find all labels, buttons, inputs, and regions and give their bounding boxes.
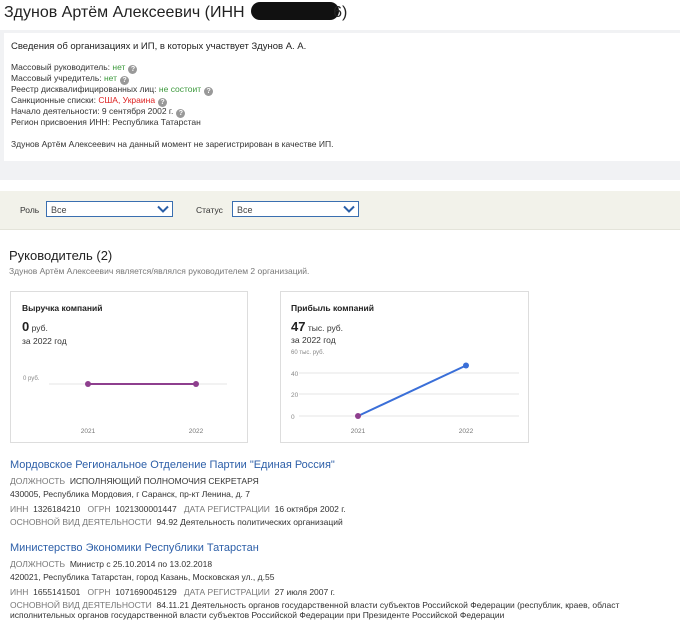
profit-ytick-20: 20 [291, 392, 299, 399]
org-link-edinaya-rossiya[interactable]: Мордовское Региональное Отделение Партии… [10, 459, 335, 471]
revenue-chart: 0 руб. 2021 2022 [23, 376, 227, 435]
role-filter-label: Роль [20, 205, 40, 215]
org-ids: ИНН 1326184210 ОГРН 1021300001447 ДАТА Р… [10, 504, 346, 514]
org-address: 420021, Республика Татарстан, город Каза… [10, 572, 275, 582]
status-filter-label: Статус [196, 205, 223, 215]
status-value: США, Украина [98, 95, 156, 105]
summary-intro: Сведения об организациях и ИП, в которых… [11, 41, 307, 52]
help-icon[interactable]: ? [128, 65, 138, 74]
status-select[interactable]: Все [232, 201, 359, 217]
profit-ytick-0: 0 [291, 414, 295, 421]
org-activity-cont: исполнительных органов государственной в… [10, 610, 505, 620]
revenue-xtick-2022: 2022 [189, 428, 204, 435]
profit-ytop-label: 60 тыс. руб. [291, 350, 325, 356]
org-address: 430005, Республика Мордовия, г Саранск, … [10, 489, 251, 499]
org-link-minekonom-rt[interactable]: Министерство Экономики Республики Татарс… [10, 542, 259, 554]
status-select-value: Все [237, 205, 253, 215]
role-select-value: Все [51, 205, 67, 215]
org-activity: ОСНОВНОЙ ВИД ДЕЯТЕЛЬНОСТИ 84.11.21 Деяте… [10, 600, 620, 610]
redaction-mark [251, 2, 340, 20]
section-subtitle: Здунов Артём Алексеевич является/являлся… [9, 266, 310, 276]
profit-point-2022 [463, 362, 469, 369]
org-position: ДОЛЖНОСТЬ ИСПОЛНЯЮЩИЙ ПОЛНОМОЧИЯ СЕКРЕТА… [10, 476, 259, 486]
help-icon[interactable]: ? [204, 87, 214, 96]
revenue-point-2021 [85, 381, 91, 387]
status-value: нет [103, 73, 118, 83]
status-value: не состоит [158, 84, 202, 94]
revenue-point-2022 [193, 381, 199, 387]
summary-ip-note: Здунов Артём Алексеевич на данный момент… [11, 139, 334, 149]
chevron-down-icon [343, 205, 355, 213]
title-suffix: 6) [333, 4, 348, 21]
profit-xtick-2022: 2022 [459, 428, 474, 435]
profit-xtick-2021: 2021 [351, 428, 366, 435]
org-ids: ИНН 1655141501 ОГРН 1071690045129 ДАТА Р… [10, 587, 336, 597]
profit-point-2021 [355, 413, 361, 419]
title-prefix: Здунов Артём Алексеевич (ИНН [4, 4, 250, 21]
page-title: Здунов Артём Алексеевич (ИНН 6) [4, 2, 347, 22]
profit-ytick-40: 40 [291, 371, 299, 378]
org-position: ДОЛЖНОСТЬ Министр с 25.10.2014 по 13.02.… [10, 559, 213, 569]
role-select[interactable]: Все [46, 201, 173, 217]
revenue-ytick-label: 0 руб. [23, 376, 40, 382]
revenue-chart-card: Выручка компаний 0 руб. за 2022 год 0 ру… [10, 291, 248, 443]
summary-inn-region: Регион присвоения ИНН: Республика Татарс… [11, 117, 201, 127]
page-header: Здунов Артём Алексеевич (ИНН 6) [0, 0, 680, 30]
chevron-down-icon [157, 205, 169, 213]
filter-bar: Роль Все Статус Все [0, 191, 680, 230]
org-activity: ОСНОВНОЙ ВИД ДЕЯТЕЛЬНОСТИ 94.92 Деятельн… [10, 517, 343, 527]
revenue-xtick-2021: 2021 [81, 428, 96, 435]
profit-chart: 60 тыс. руб. 40 20 0 2021 2022 [291, 350, 519, 435]
status-value: нет [112, 62, 126, 72]
profit-chart-card: Прибыль компаний 47 тыс. руб. за 2022 го… [280, 291, 529, 443]
section-title: Руководитель (2) [9, 248, 113, 263]
